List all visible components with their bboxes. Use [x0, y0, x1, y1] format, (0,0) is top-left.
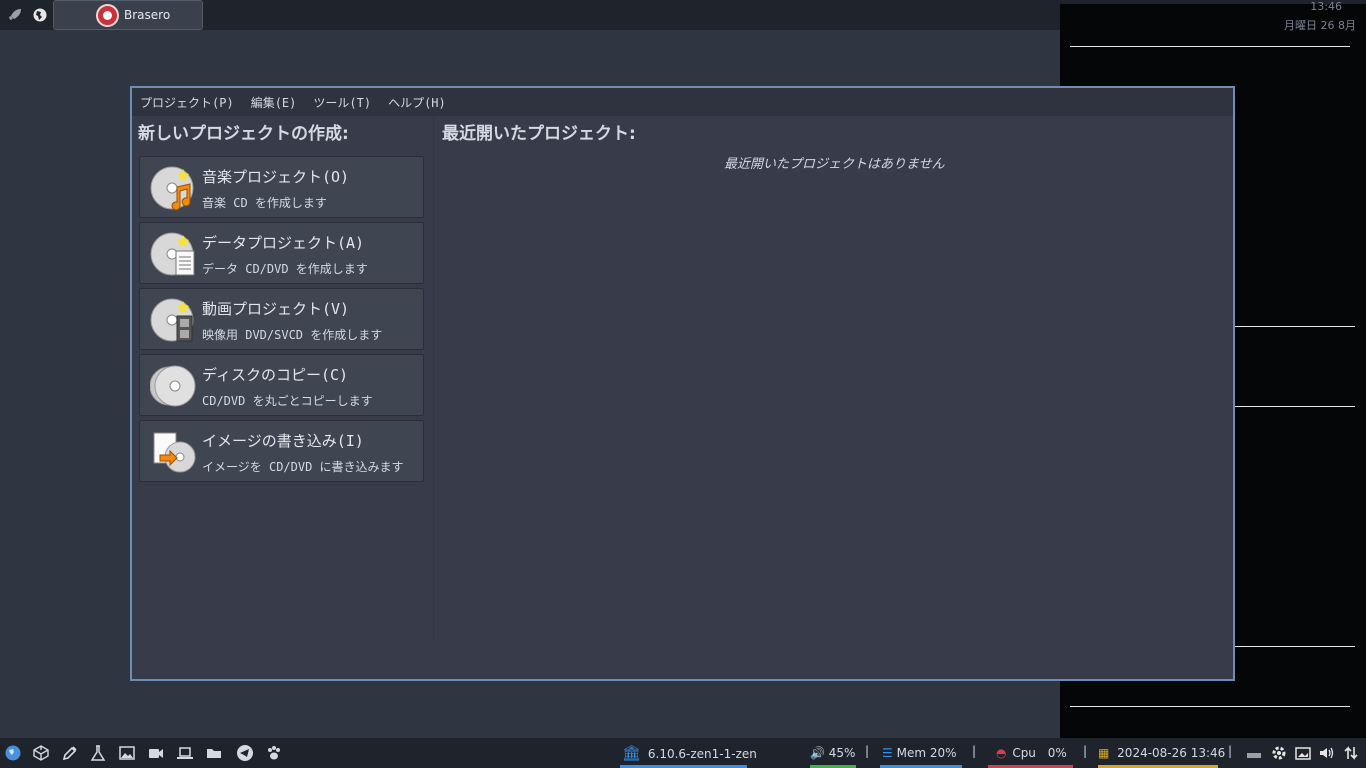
disc-copy-title: ディスクのコピー(C) [202, 366, 349, 384]
bottom-panel: 🏛 6.10.6-zen1-1-zen 🔊 45% | ☰ Mem 20% | … [0, 738, 1366, 768]
recent-projects-empty: 最近開いたプロジェクトはありません [724, 157, 945, 172]
conky-divider [1235, 406, 1355, 407]
video-project-button[interactable]: 動画プロジェクト(V) 映像用 DVD/SVCD を作成します [139, 288, 424, 350]
folder-open-icon[interactable] [206, 744, 224, 762]
separator: | [972, 744, 977, 758]
volume-indicator[interactable]: 🔊 45% [810, 744, 855, 762]
conky-divider [1235, 326, 1355, 327]
brasero-window: プロジェクト(P) 編集(E) ツール(T) ヘルプ(H) 新しいプロジェクトの… [130, 86, 1235, 681]
video-project-title: 動画プロジェクト(V) [202, 300, 350, 318]
globe-icon[interactable] [4, 744, 22, 762]
network-arrows-icon[interactable] [1342, 744, 1360, 762]
data-disc-icon [150, 232, 195, 276]
image-burn-title: イメージの書き込み(I) [202, 432, 364, 450]
video-disc-icon [150, 298, 194, 342]
calendar-icon: ▦ [1098, 746, 1110, 760]
data-project-title: データプロジェクト(A) [202, 234, 365, 252]
audio-project-button[interactable]: 音楽プロジェクト(O) 音楽 CD を作成します [139, 156, 424, 218]
data-project-subtitle: データ CD/DVD を作成します [202, 262, 368, 276]
color-picker-icon[interactable] [61, 744, 79, 762]
laptop-icon[interactable] [176, 744, 194, 762]
datetime-value: 2024-08-26 13:46 [1117, 746, 1226, 760]
menu-help[interactable]: ヘルプ(H) [388, 94, 446, 111]
menu-tools[interactable]: ツール(T) [313, 94, 371, 111]
memory-indicator: ☰ Mem 20% [882, 744, 957, 762]
audio-disc-icon [150, 166, 194, 211]
codepen-icon[interactable] [32, 744, 50, 762]
cpu-indicator: ◓ Cpu 0% [996, 744, 1067, 762]
menu-bar: プロジェクト(P) 編集(E) ツール(T) ヘルプ(H) [132, 88, 1233, 116]
audio-project-title: 音楽プロジェクト(O) [202, 168, 350, 186]
video-project-subtitle: 映像用 DVD/SVCD を作成します [202, 328, 383, 342]
conky-divider [1070, 46, 1350, 47]
brasero-logo-icon [96, 4, 119, 27]
conky-divider [1235, 646, 1355, 647]
disc-copy-button[interactable]: ディスクのコピー(C) CD/DVD を丸ごとコピーします [139, 354, 424, 416]
datetime-indicator[interactable]: ▦ 2024-08-26 13:46 [1098, 744, 1225, 762]
image-burn-button[interactable]: イメージの書き込み(I) イメージを CD/DVD に書き込みます [139, 420, 424, 482]
rocket-icon[interactable] [7, 7, 23, 23]
taskbar-brasero-button[interactable]: Brasero [53, 0, 203, 30]
disc-copy-subtitle: CD/DVD を丸ごとコピーします [202, 394, 373, 408]
screenshot-icon[interactable] [1294, 744, 1312, 762]
kernel-indicator: 🏛 6.10.6-zen1-1-zen [622, 744, 757, 762]
volume-tray-icon[interactable] [1318, 744, 1336, 762]
image-burn-icon [153, 432, 196, 473]
conky-clock-time: 13:46 [1310, 0, 1342, 13]
separator: | [865, 744, 870, 758]
telegram-icon[interactable] [236, 744, 254, 762]
cpu-label: Cpu [1012, 746, 1036, 760]
globe-icon[interactable] [32, 7, 48, 23]
audio-project-subtitle: 音楽 CD を作成します [202, 196, 327, 210]
kernel-version: 6.10.6-zen1-1-zen [647, 747, 757, 761]
memory-value: Mem 20% [896, 746, 957, 760]
conky-divider [1070, 706, 1350, 707]
drive-icon[interactable] [1245, 744, 1263, 762]
data-project-button[interactable]: データプロジェクト(A) データ CD/DVD を作成します [139, 222, 424, 284]
flask-icon[interactable] [89, 744, 107, 762]
cpu-value: 0% [1047, 746, 1067, 760]
image-burn-subtitle: イメージを CD/DVD に書き込みます [202, 460, 404, 474]
separator: | [1083, 744, 1088, 758]
recent-projects-title: 最近開いたプロジェクト: [442, 124, 636, 144]
image-viewer-icon[interactable] [118, 744, 136, 762]
gear-icon[interactable] [1270, 744, 1288, 762]
conky-clock-date: 月曜日 26 8月 [1284, 19, 1356, 32]
new-project-title: 新しいプロジェクトの作成: [138, 124, 349, 144]
speaker-icon: 🔊 [810, 746, 825, 760]
volume-value: 45% [828, 746, 856, 760]
separator: | [1228, 744, 1233, 758]
gauge-icon: ◓ [996, 746, 1007, 760]
menu-project[interactable]: プロジェクト(P) [140, 94, 234, 111]
taskbar-brasero-label: Brasero [124, 8, 171, 22]
memory-icon: ☰ [882, 746, 893, 760]
paw-icon[interactable] [265, 744, 283, 762]
disc-copy-icon [150, 365, 196, 407]
video-camera-icon[interactable] [147, 744, 165, 762]
bank-icon: 🏛 [622, 744, 642, 762]
menu-edit[interactable]: 編集(E) [251, 94, 297, 111]
new-project-pane: 新しいプロジェクトの作成: 音楽プロジェクト(O) 音楽 CD を作成します デ… [132, 116, 434, 641]
